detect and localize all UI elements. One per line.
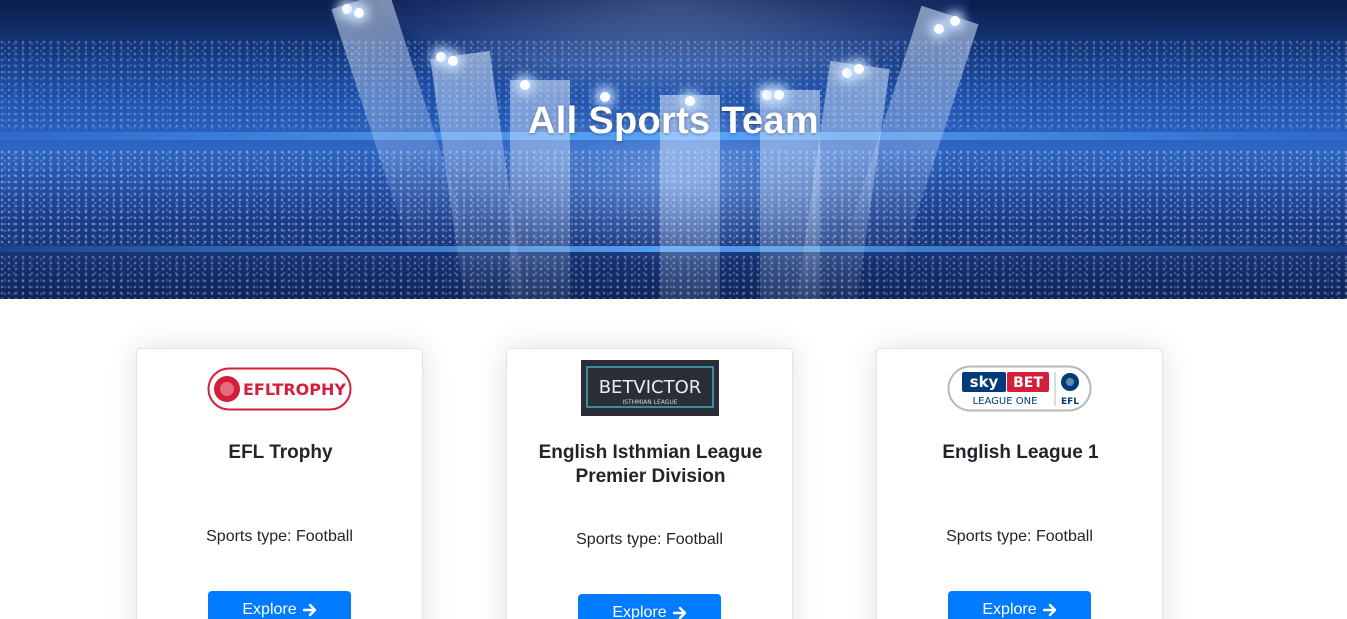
floodlight: [520, 80, 530, 90]
arrow-right-icon: [672, 606, 686, 619]
floodlight: [762, 90, 772, 100]
efl-trophy-logo: EFLTROPHY: [137, 367, 422, 411]
card-title: EFL Trophy: [228, 442, 333, 463]
page-title: All Sports Team: [528, 100, 819, 142]
card-title: English League 1: [942, 442, 1099, 463]
explore-button[interactable]: Explore: [578, 594, 721, 619]
logo-subtext: LEAGUE ONE: [973, 396, 1038, 407]
logo-subtext: ISTHMIAN LEAGUE: [622, 399, 677, 406]
betvictor-logo: BETVICTOR ISTHMIAN LEAGUE: [507, 360, 792, 416]
floodlight: [842, 68, 852, 78]
team-card: EFLTROPHY EFL Trophy Sports type: Footba…: [136, 348, 423, 619]
card-title: English Isthmian League Premier Division: [538, 442, 763, 487]
explore-button[interactable]: Explore: [208, 591, 351, 619]
sports-type: Sports type: Football: [946, 528, 1093, 545]
explore-button-label: Explore: [982, 601, 1037, 618]
sports-type: Sports type: Football: [576, 531, 723, 548]
hero-banner: All Sports Team: [0, 0, 1347, 299]
team-card: BETVICTOR ISTHMIAN LEAGUE English Isthmi…: [506, 348, 793, 619]
logo-sky-text: sky: [970, 373, 999, 391]
floodlight: [950, 16, 960, 26]
floodlight: [934, 24, 944, 34]
floodlight: [436, 52, 446, 62]
floodlight: [448, 56, 458, 66]
arrow-right-icon: [302, 603, 316, 617]
logo-efl-text: EFL: [1061, 397, 1079, 407]
explore-button-label: Explore: [242, 601, 297, 618]
arrow-right-icon: [1042, 603, 1056, 617]
explore-button-label: Explore: [612, 604, 667, 619]
floodlight: [774, 90, 784, 100]
logo-bet-text: BET: [1013, 375, 1043, 391]
sports-type: Sports type: Football: [206, 528, 353, 545]
floodlight: [854, 64, 864, 74]
floodlight: [354, 8, 364, 18]
explore-button[interactable]: Explore: [948, 591, 1091, 619]
sky-bet-league-one-logo: sky BET LEAGUE ONE EFL: [877, 365, 1162, 412]
team-card: sky BET LEAGUE ONE EFL English League 1 …: [876, 348, 1163, 619]
floodlight: [342, 4, 352, 14]
logo-text: BETVICTOR: [598, 377, 701, 398]
logo-text: EFLTROPHY: [243, 380, 346, 399]
